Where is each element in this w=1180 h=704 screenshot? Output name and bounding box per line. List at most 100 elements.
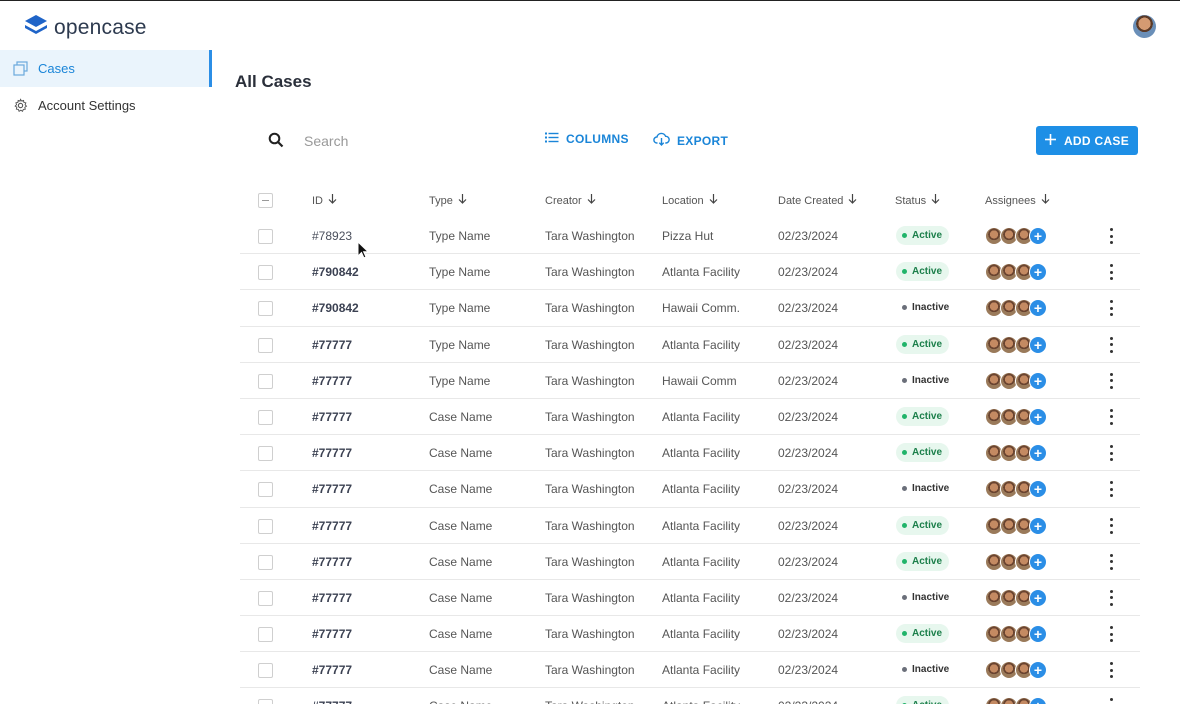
row-checkbox[interactable] [258,663,273,679]
add-assignee-icon[interactable]: + [1029,697,1047,704]
assignees-group[interactable]: + [985,263,1047,282]
case-id[interactable]: #77777 [312,446,352,460]
row-checkbox[interactable] [258,229,273,244]
row-checkbox[interactable] [258,554,273,570]
logo[interactable]: opencase [24,14,147,41]
column-header-type[interactable]: Type [429,194,467,207]
add-assignee-icon[interactable]: + [1029,299,1047,318]
export-button[interactable]: EXPORT [653,132,728,149]
columns-button[interactable]: COLUMNS [545,132,629,146]
add-assignee-icon[interactable]: + [1029,263,1047,282]
assignees-group[interactable]: + [985,697,1047,704]
row-checkbox[interactable] [258,590,273,606]
row-checkbox[interactable] [258,409,273,425]
add-assignee-icon[interactable]: + [1029,371,1047,390]
column-header-date-created[interactable]: Date Created [778,194,857,207]
assignees-group[interactable]: + [985,444,1047,463]
add-assignee-icon[interactable]: + [1029,227,1047,245]
case-id[interactable]: #77777 [312,338,352,352]
select-all-checkbox[interactable] [258,193,273,208]
row-more-options-icon[interactable] [1106,589,1116,606]
column-header-id[interactable]: ID [312,194,337,207]
table-row[interactable]: #77777 Case Name Tara Washington Atlanta Fa… [240,544,1140,581]
case-id[interactable]: #77777 [312,627,352,641]
table-row[interactable]: #77777 Case Name Tara Washington Atlanta Fa… [240,508,1140,544]
table-row[interactable]: #77777 Case Name Tara Washington Atlanta Fa… [240,652,1140,689]
table-row[interactable]: #790842 Type Name Tara Washington Atlanta F… [240,254,1140,291]
row-checkbox[interactable] [258,301,273,317]
add-assignee-icon[interactable]: + [1029,407,1047,426]
assignees-group[interactable]: + [985,407,1047,426]
assignees-group[interactable]: + [985,371,1047,390]
assignees-group[interactable]: + [985,227,1047,245]
table-row[interactable]: #77777 Case Name Tara Washington Atlanta Fa… [240,435,1140,472]
case-id[interactable]: #77777 [312,663,352,677]
assignees-group[interactable]: + [985,588,1047,607]
assignees-group[interactable]: + [985,552,1047,571]
table-row[interactable]: #77777 Case Name Tara Washington Atlanta Fa… [240,580,1140,617]
case-id[interactable]: #790842 [312,301,359,315]
sidebar-item-cases[interactable]: Cases [0,50,212,87]
add-assignee-icon[interactable]: + [1029,552,1047,571]
row-more-options-icon[interactable] [1106,626,1116,643]
table-row[interactable]: #790842 Type Name Tara Washington Hawaii Co… [240,290,1140,327]
row-checkbox[interactable] [258,518,273,534]
case-id[interactable]: #77777 [312,519,352,533]
row-more-options-icon[interactable] [1106,481,1116,498]
row-checkbox[interactable] [258,265,273,281]
row-more-options-icon[interactable] [1106,300,1116,317]
case-id[interactable]: #78923 [312,229,352,243]
column-header-creator[interactable]: Creator [545,194,596,207]
row-more-options-icon[interactable] [1106,698,1116,704]
case-id[interactable]: #77777 [312,699,352,704]
row-more-options-icon[interactable] [1106,445,1116,462]
table-row[interactable]: #78923 Type Name Tara Washington Pizza Hut 0… [240,218,1140,255]
row-checkbox[interactable] [258,373,273,389]
search-icon[interactable] [268,132,284,153]
case-id[interactable]: #77777 [312,591,352,605]
assignees-group[interactable]: + [985,335,1047,354]
row-more-options-icon[interactable] [1106,372,1116,389]
column-header-assignees[interactable]: Assignees [985,194,1050,207]
assignees-group[interactable]: + [985,625,1047,644]
row-more-options-icon[interactable] [1106,336,1116,353]
row-more-options-icon[interactable] [1106,408,1116,425]
row-more-options-icon[interactable] [1106,228,1116,244]
assignees-group[interactable]: + [985,299,1047,318]
case-id[interactable]: #77777 [312,482,352,496]
column-header-status[interactable]: Status [895,194,940,207]
table-row[interactable]: #77777 Case Name Tara Washington Atlanta Fa… [240,616,1140,653]
add-assignee-icon[interactable]: + [1029,480,1047,499]
sidebar-item-account-settings[interactable]: Account Settings [0,87,212,124]
add-assignee-icon[interactable]: + [1029,516,1047,535]
assignees-group[interactable]: + [985,480,1047,499]
case-id[interactable]: #77777 [312,555,352,569]
table-row[interactable]: #77777 Case Name Tara Washington Atlanta Fa… [240,471,1140,508]
row-more-options-icon[interactable] [1106,662,1116,679]
row-checkbox[interactable] [258,337,273,353]
add-assignee-icon[interactable]: + [1029,335,1047,354]
row-more-options-icon[interactable] [1106,553,1116,570]
row-more-options-icon[interactable] [1106,264,1116,281]
row-more-options-icon[interactable] [1106,517,1116,534]
table-row[interactable]: #77777 Case Name Tara Washington Atlanta Fa… [240,399,1140,436]
row-checkbox[interactable] [258,446,273,462]
row-checkbox[interactable] [258,699,273,704]
add-assignee-icon[interactable]: + [1029,588,1047,607]
row-checkbox[interactable] [258,482,273,498]
user-avatar[interactable] [1133,15,1156,38]
add-assignee-icon[interactable]: + [1029,661,1047,680]
assignees-group[interactable]: + [985,661,1047,680]
case-id[interactable]: #790842 [312,265,359,279]
add-case-button[interactable]: ADD CASE [1036,126,1138,155]
assignees-group[interactable]: + [985,516,1047,535]
case-id[interactable]: #77777 [312,374,352,388]
add-assignee-icon[interactable]: + [1029,625,1047,644]
table-row[interactable]: #77777 Type Name Tara Washington Atlanta Fa… [240,327,1140,363]
table-row[interactable]: #77777 Case Name Tara Washington Atlanta Fa… [240,688,1140,704]
row-checkbox[interactable] [258,627,273,643]
add-assignee-icon[interactable]: + [1029,444,1047,463]
column-header-location[interactable]: Location [662,194,718,207]
table-row[interactable]: #77777 Type Name Tara Washington Hawaii Com… [240,363,1140,400]
search-input[interactable] [304,129,504,153]
